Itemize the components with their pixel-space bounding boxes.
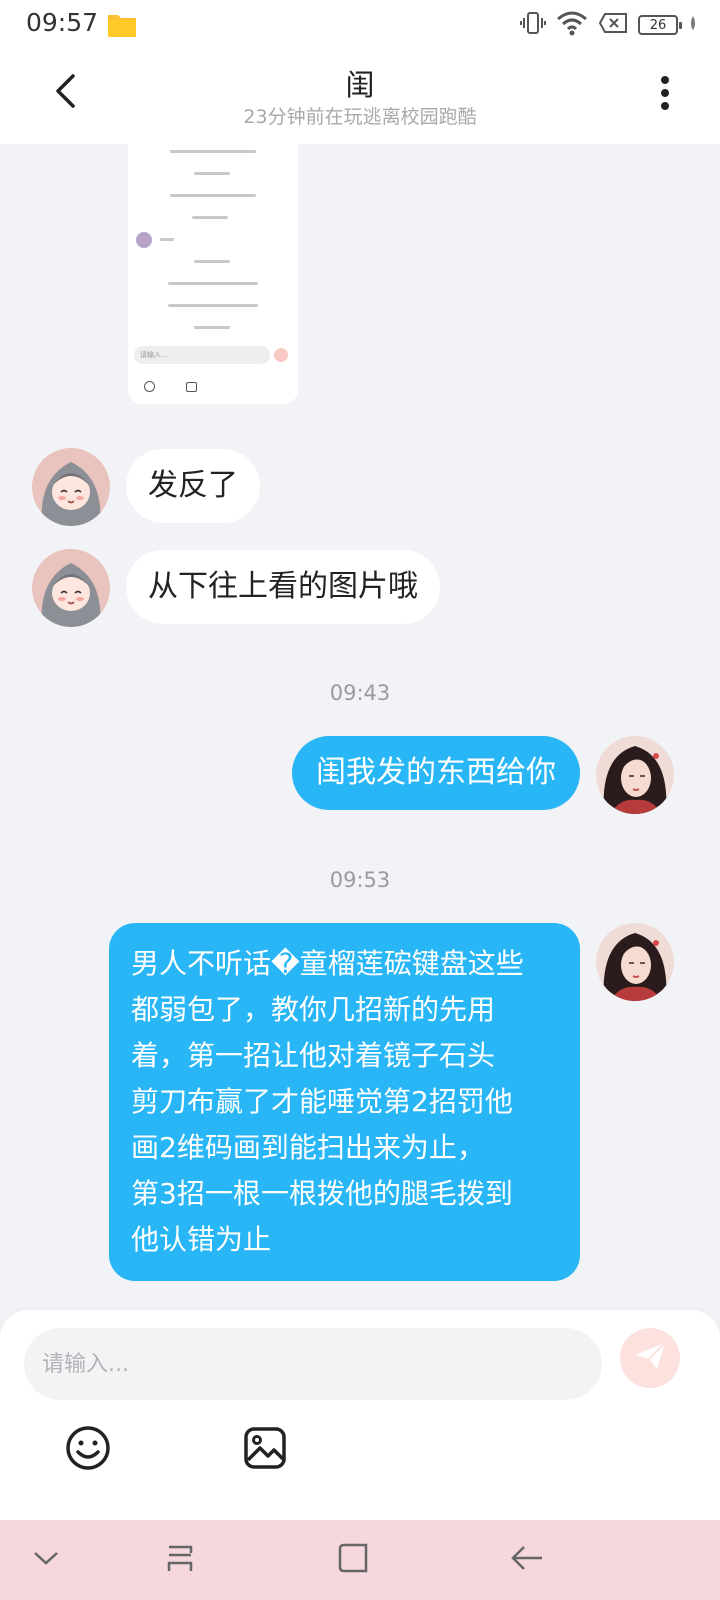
status-bar: 09:57 26 bbox=[0, 0, 720, 50]
message-line: 男人不听话�童榴莲硡键盘这些 bbox=[131, 947, 524, 980]
image-picture-icon bbox=[186, 382, 197, 392]
image-text-line bbox=[170, 150, 256, 153]
emoji-icon bbox=[65, 1425, 111, 1475]
image-text-line bbox=[170, 194, 256, 197]
message-line: 剪刀布赢了才能唾觉第2招罚他 bbox=[131, 1085, 513, 1118]
message-line: 都弱包了，教你几招新的先用 bbox=[131, 993, 496, 1026]
send-icon bbox=[633, 1341, 667, 1375]
image-text-line bbox=[168, 304, 258, 307]
battery-icon: 26 bbox=[638, 15, 682, 35]
image-text-line bbox=[168, 282, 258, 285]
image-text-line bbox=[192, 216, 228, 219]
nav-home-button[interactable] bbox=[333, 1540, 373, 1580]
wifi-icon bbox=[556, 10, 588, 40]
contact-avatar[interactable] bbox=[32, 448, 110, 526]
image-emoji-icon bbox=[144, 381, 155, 392]
status-icons: 26 bbox=[520, 10, 698, 40]
more-vertical-icon bbox=[660, 75, 670, 115]
incoming-message[interactable]: 从下往上看的图片哦 bbox=[126, 550, 440, 624]
back-icon bbox=[510, 1543, 544, 1577]
charging-icon bbox=[688, 15, 698, 35]
chat-header: 闺 23分钟前在玩逃离校园跑酷 bbox=[0, 50, 720, 144]
more-menu-button[interactable] bbox=[650, 72, 680, 118]
composer bbox=[0, 1310, 720, 1520]
sim-error-icon bbox=[598, 12, 628, 38]
home-icon bbox=[336, 1541, 370, 1579]
nav-recents-button[interactable] bbox=[160, 1540, 200, 1580]
folder-icon bbox=[107, 12, 137, 38]
message-line: 他认错为止 bbox=[131, 1223, 272, 1256]
message-list[interactable]: 请输入... 发反了 从下往上看的图片哦 09:43 闺我发的东西给你 09:5… bbox=[0, 144, 720, 1310]
contact-avatar[interactable] bbox=[32, 549, 110, 627]
image-text-line bbox=[160, 238, 174, 241]
vibrate-icon bbox=[520, 10, 546, 40]
my-avatar[interactable] bbox=[596, 736, 674, 814]
message-timestamp: 09:43 bbox=[329, 681, 391, 705]
outgoing-message[interactable]: 闺我发的东西给你 bbox=[292, 736, 580, 810]
image-avatar bbox=[136, 232, 152, 248]
outgoing-message[interactable]: 男人不听话�童榴莲硡键盘这些 都弱包了，教你几招新的先用 着，第一招让他对着镜子… bbox=[109, 923, 580, 1281]
emoji-button[interactable] bbox=[63, 1425, 113, 1475]
chat-subtitle: 23分钟前在玩逃离校园跑酷 bbox=[243, 106, 477, 128]
image-icon bbox=[243, 1426, 287, 1474]
message-line: 着，第一招让他对着镜子石头 bbox=[131, 1039, 496, 1072]
system-nav-bar bbox=[0, 1520, 720, 1600]
nav-back-button[interactable] bbox=[507, 1540, 547, 1580]
image-message[interactable]: 请输入... bbox=[128, 144, 298, 404]
collapse-icon bbox=[32, 1549, 60, 1571]
send-button[interactable] bbox=[620, 1328, 680, 1388]
my-avatar[interactable] bbox=[596, 923, 674, 1001]
incoming-message[interactable]: 发反了 bbox=[126, 449, 260, 523]
message-input[interactable] bbox=[24, 1328, 602, 1400]
status-time: 09:57 bbox=[26, 8, 99, 37]
image-send-icon bbox=[274, 348, 288, 362]
image-text-line bbox=[194, 172, 230, 175]
image-input-hint: 请输入... bbox=[134, 346, 270, 364]
message-line: 第3招一根一根拨他的腿毛拨到 bbox=[131, 1177, 513, 1210]
message-line: 画2维码画到能扫出来为止， bbox=[131, 1131, 485, 1164]
image-text-line bbox=[194, 260, 230, 263]
image-text-line bbox=[194, 326, 230, 329]
image-button[interactable] bbox=[240, 1425, 290, 1475]
nav-collapse-button[interactable] bbox=[26, 1540, 66, 1580]
recents-icon bbox=[163, 1541, 197, 1579]
battery-level: 26 bbox=[649, 17, 667, 33]
message-timestamp: 09:53 bbox=[329, 868, 391, 892]
chat-title: 闺 bbox=[345, 68, 375, 102]
